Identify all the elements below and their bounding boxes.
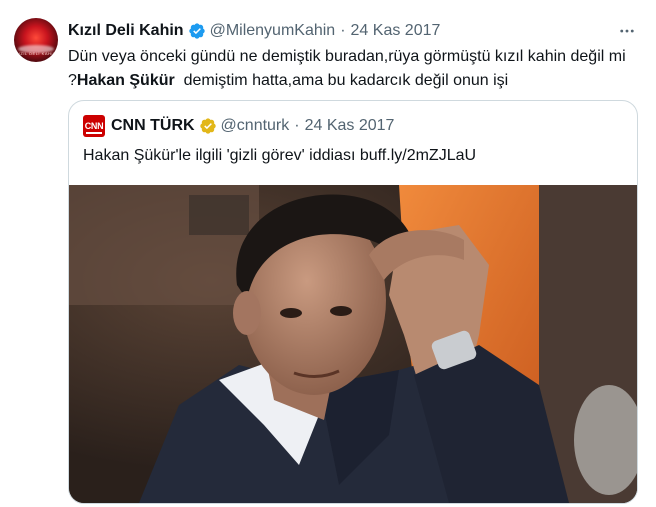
tweet-text-bold: Hakan Şükür xyxy=(76,72,175,89)
quote-date[interactable]: 24 Kas 2017 xyxy=(305,117,395,135)
quote-author-name[interactable]: CNN TÜRK xyxy=(111,117,195,135)
tweet-text: Dün veya önceki gündü ne demiştik burada… xyxy=(68,45,638,93)
tweet-date[interactable]: 24 Kas 2017 xyxy=(351,22,441,40)
quote-header: CNN CNN TÜRK @cnnturk · 24 Kas 2017 xyxy=(83,115,394,137)
avatar-caption: KIZIL DELİ KAHİN xyxy=(15,51,57,56)
gold-verified-badge-icon[interactable] xyxy=(199,117,217,135)
quote-author-handle[interactable]: @cnnturk xyxy=(221,117,290,135)
avatar[interactable]: KIZIL DELİ KAHİN xyxy=(14,18,58,62)
author-handle[interactable]: @MilenyumKahin xyxy=(210,22,336,40)
separator-dot: · xyxy=(340,22,346,39)
quote-text: Hakan Şükür'le ilgili 'gizli görev' iddi… xyxy=(83,147,477,164)
tweet-text-part2: demiştim hatta,ama bu kadarcık değil onu… xyxy=(174,72,509,89)
cnn-logo-bar xyxy=(86,132,102,134)
verified-badge-icon[interactable] xyxy=(188,22,206,40)
tweet-header: Kızıl Deli Kahin @MilenyumKahin · 24 Kas… xyxy=(68,20,440,42)
quote-separator-dot: · xyxy=(294,117,300,134)
more-horizontal-icon[interactable] xyxy=(614,18,640,44)
author-name[interactable]: Kızıl Deli Kahin xyxy=(68,22,184,40)
tweet[interactable]: KIZIL DELİ KAHİN Kızıl Deli Kahin @Milen… xyxy=(0,0,656,507)
cnn-turk-logo[interactable]: CNN xyxy=(83,115,105,137)
cnn-logo-text: CNN xyxy=(84,120,104,131)
quote-photo[interactable] xyxy=(69,185,637,503)
quoted-tweet[interactable]: CNN CNN TÜRK @cnnturk · 24 Kas 2017 Haka… xyxy=(68,100,638,504)
